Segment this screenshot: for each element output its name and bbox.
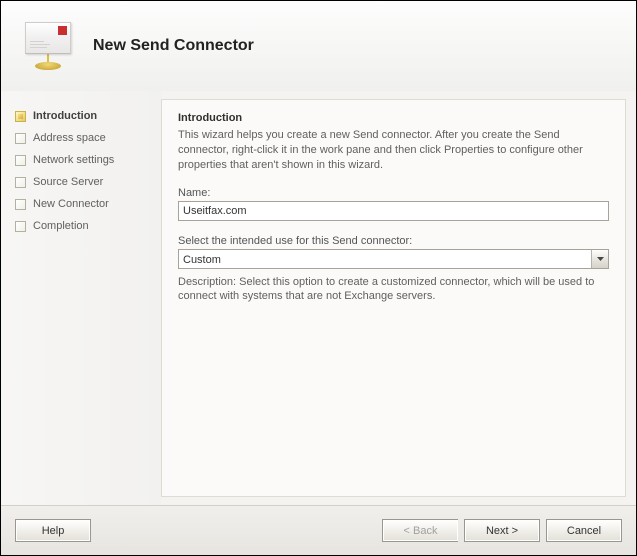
step-label: New Connector xyxy=(33,198,109,210)
step-indicator-icon xyxy=(15,199,26,210)
step-address-space[interactable]: Address space xyxy=(15,127,153,149)
wizard-body: Introduction Address space Network setti… xyxy=(1,91,636,505)
use-select[interactable]: Custom xyxy=(178,249,609,269)
wizard-steps: Introduction Address space Network setti… xyxy=(1,91,161,505)
use-label: Select the intended use for this Send co… xyxy=(178,235,609,247)
wizard-content: Introduction This wizard helps you creat… xyxy=(161,99,626,497)
name-label: Name: xyxy=(178,187,609,199)
page-title: Introduction xyxy=(178,112,609,124)
step-indicator-icon xyxy=(15,155,26,166)
chevron-down-icon xyxy=(591,250,608,268)
wizard-title: New Send Connector xyxy=(83,37,254,55)
page-intro: This wizard helps you create a new Send … xyxy=(178,128,609,173)
step-new-connector[interactable]: New Connector xyxy=(15,193,153,215)
wizard-header: New Send Connector xyxy=(1,1,636,91)
step-label: Introduction xyxy=(33,110,97,122)
step-label: Completion xyxy=(33,220,89,232)
step-indicator-icon xyxy=(15,133,26,144)
back-button[interactable]: < Back xyxy=(382,519,458,542)
step-completion[interactable]: Completion xyxy=(15,215,153,237)
step-label: Source Server xyxy=(33,176,103,188)
wizard-footer: Help < Back Next > Cancel xyxy=(1,505,636,555)
step-source-server[interactable]: Source Server xyxy=(15,171,153,193)
name-input[interactable] xyxy=(178,201,609,221)
step-label: Network settings xyxy=(33,154,114,166)
step-label: Address space xyxy=(33,132,106,144)
next-button[interactable]: Next > xyxy=(464,519,540,542)
step-indicator-icon xyxy=(15,111,26,122)
nav-button-group: < Back Next > xyxy=(376,519,540,542)
envelope-icon xyxy=(13,22,83,70)
help-button[interactable]: Help xyxy=(15,519,91,542)
use-description: Description: Select this option to creat… xyxy=(178,275,609,305)
step-network-settings[interactable]: Network settings xyxy=(15,149,153,171)
step-introduction[interactable]: Introduction xyxy=(15,105,153,127)
use-select-value: Custom xyxy=(179,250,591,268)
cancel-button[interactable]: Cancel xyxy=(546,519,622,542)
step-indicator-icon xyxy=(15,221,26,232)
step-indicator-icon xyxy=(15,177,26,188)
wizard-dialog: New Send Connector Introduction Address … xyxy=(0,0,637,556)
